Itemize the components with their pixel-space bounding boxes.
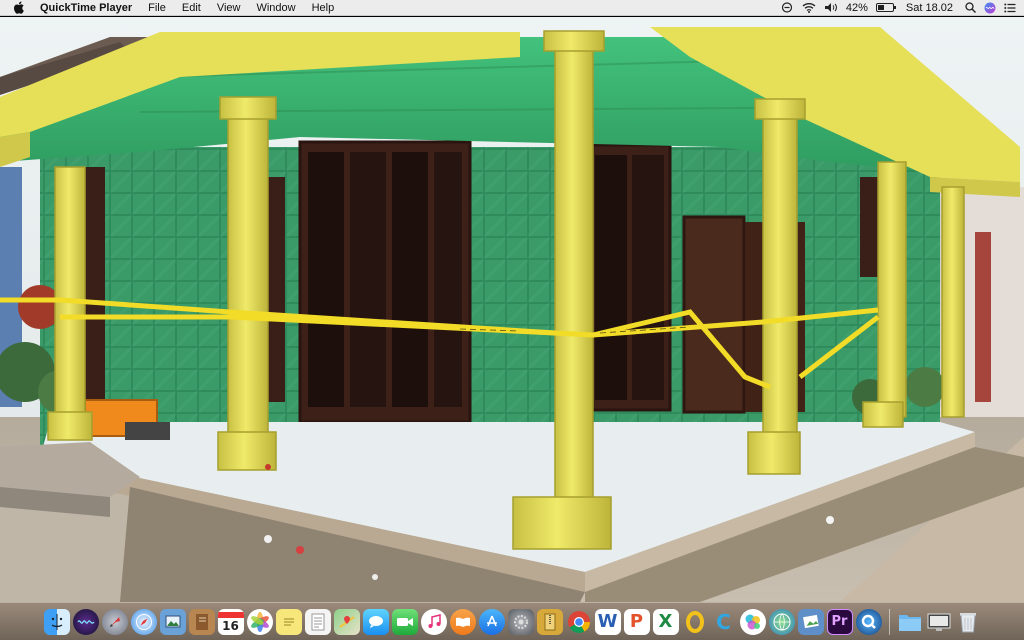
yellow-o-app-icon[interactable] (682, 609, 708, 635)
battery-fill (877, 5, 884, 10)
photos-icon[interactable] (246, 608, 273, 635)
volume-icon[interactable] (824, 2, 838, 13)
wps-label: P (629, 611, 644, 632)
word-label: W (597, 611, 618, 632)
folder-icon[interactable] (897, 609, 923, 635)
photo-preview-icon[interactable] (797, 608, 824, 635)
menu-edit[interactable]: Edit (174, 0, 209, 16)
video-frame[interactable] (0, 17, 1024, 602)
excel-label: X (658, 611, 673, 632)
c-app-label: C (716, 609, 731, 634)
notification-center-icon[interactable] (1004, 3, 1016, 13)
stickies-icon[interactable] (275, 608, 302, 635)
dock-separator (888, 608, 890, 635)
calendar-day: 16 (222, 618, 239, 633)
menu-window[interactable]: Window (248, 0, 303, 16)
siri-icon[interactable] (984, 2, 996, 14)
trash-icon[interactable] (955, 609, 981, 635)
launchpad-icon[interactable] (101, 608, 128, 635)
dock: 16 W P X C Pr (0, 602, 1024, 640)
notes-book-icon[interactable] (188, 608, 215, 635)
music-icon[interactable] (420, 608, 447, 635)
apple-menu-icon[interactable] (14, 1, 28, 14)
premiere-label: Pr (831, 614, 848, 629)
app-menu-quicktime[interactable]: QuickTime Player (38, 0, 140, 16)
chrome-icon[interactable] (566, 609, 592, 635)
safari-icon[interactable] (130, 608, 157, 635)
archive-utility-icon[interactable] (536, 608, 563, 635)
books-icon[interactable] (449, 608, 476, 635)
siri-dock-icon[interactable] (72, 608, 99, 635)
porch-scene-image (0, 17, 1024, 602)
wps-presentation-icon[interactable]: P (623, 608, 650, 635)
calendar-icon[interactable]: 16 (217, 608, 244, 635)
menu-view[interactable]: View (209, 0, 249, 16)
word-icon[interactable]: W (594, 608, 621, 635)
clock[interactable]: Sat 18.02 (906, 2, 953, 14)
c-app-icon[interactable]: C (711, 609, 737, 635)
preview-icon[interactable] (159, 608, 186, 635)
maps-icon[interactable] (333, 608, 360, 635)
premiere-icon[interactable]: Pr (826, 608, 853, 635)
app-store-icon[interactable] (478, 608, 505, 635)
facetime-icon[interactable] (391, 608, 418, 635)
quicktime-icon[interactable] (855, 608, 882, 635)
excel-icon[interactable]: X (652, 608, 679, 635)
system-preferences-icon[interactable] (507, 608, 534, 635)
wifi-icon[interactable] (802, 2, 816, 13)
spotlight-search-icon[interactable] (965, 2, 976, 13)
menu-bar: QuickTime Player File Edit View Window H… (0, 0, 1024, 16)
battery-icon[interactable] (875, 3, 896, 12)
game-center-icon[interactable] (739, 608, 766, 635)
messages-icon[interactable] (362, 608, 389, 635)
battery-percent: 42% (845, 1, 868, 14)
screen-capture-icon[interactable] (926, 609, 952, 635)
finder-icon[interactable] (43, 608, 70, 635)
screen-mirroring-icon[interactable] (780, 2, 794, 13)
menu-file[interactable]: File (140, 0, 174, 16)
network-globe-icon[interactable] (768, 608, 795, 635)
menu-help[interactable]: Help (304, 0, 343, 16)
text-document-icon[interactable] (304, 608, 331, 635)
